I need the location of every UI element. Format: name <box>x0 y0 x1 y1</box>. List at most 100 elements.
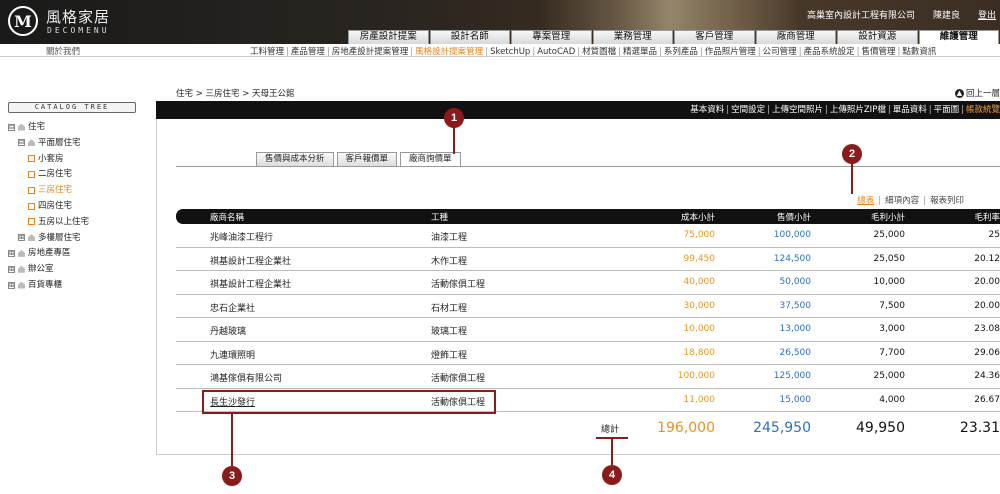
tree-node[interactable]: 三房住宅 <box>28 183 72 197</box>
tree-node[interactable]: ⊞ 房地產專區 <box>8 246 71 260</box>
main-nav-item[interactable]: 業務管理 <box>592 30 673 44</box>
table-body: 兆峰油漆工程行 油漆工程 75,000 100,000 25,000 25 祺基設計工程企業… <box>176 224 1000 412</box>
main-nav-item[interactable]: 客戶管理 <box>674 30 755 44</box>
toolbar-link[interactable]: 帳款統覽 <box>966 105 1000 115</box>
vendor-cell[interactable]: 祺基設計工程企業社 <box>210 277 291 290</box>
sub-nav-item[interactable]: 材質圖檔 <box>582 47 616 57</box>
expand-icon[interactable]: ⊞ <box>18 234 25 242</box>
sub-nav-item[interactable]: 產品管理 <box>291 47 325 57</box>
detail-view-link[interactable]: 細項內容 <box>885 196 919 206</box>
vendor-cell[interactable]: 丹越玻璃 <box>210 324 246 337</box>
vendor-cell[interactable]: 九連環照明 <box>210 348 255 361</box>
folder-icon <box>28 218 35 226</box>
tree-node[interactable]: ⊟ 平面層住宅 <box>18 136 81 150</box>
price-cell: 15,000 <box>779 394 812 405</box>
folder-icon <box>28 155 35 163</box>
col-profit[interactable]: 毛利小計 <box>871 211 905 223</box>
sub-nav-item[interactable]: SketchUp <box>490 47 530 57</box>
logout-link[interactable]: 登出 <box>978 8 996 21</box>
profit-cell: 25,000 <box>873 230 906 240</box>
tab-vendor-inquiry[interactable]: 廠商詢價單 <box>400 152 461 167</box>
profit-cell: 4,000 <box>879 394 905 405</box>
user-name: 陳建良 <box>932 11 960 21</box>
sub-nav-item[interactable]: 工料管理 <box>250 47 284 57</box>
col-vendor[interactable]: 廠商名稱 <box>210 211 244 223</box>
logo-mark-icon: M <box>8 6 38 36</box>
toolbar-link[interactable]: 上傳照片ZIP檔 <box>830 105 886 115</box>
tree-node[interactable]: 二房住宅 <box>28 167 72 181</box>
sub-nav-item[interactable]: AutoCAD <box>537 47 575 57</box>
table-row: 祺基設計工程企業社 活動傢俱工程 40,000 50,000 10,000 20.00 <box>176 271 1000 295</box>
tab-strip: 售價與成本分析 客戶報價單 廠商詢價單 <box>256 152 461 167</box>
sub-nav-item[interactable]: 作品照片管理 <box>705 47 756 57</box>
profit-cell: 25,050 <box>873 253 906 264</box>
expand-icon[interactable]: ⊞ <box>8 281 15 289</box>
toolbar-link[interactable]: 基本資料 <box>690 105 724 115</box>
rate-cell: 23.08 <box>974 324 1000 334</box>
sub-nav-item[interactable]: 售價管理 <box>861 47 895 57</box>
main-nav-item[interactable]: 設計名師 <box>429 30 510 44</box>
house-icon <box>18 249 25 257</box>
price-cell: 26,500 <box>779 347 812 358</box>
divider: | <box>757 47 761 57</box>
summary-view-link[interactable]: 總表 <box>857 196 874 206</box>
tree-node[interactable]: ⊞ 辦公室 <box>8 262 54 276</box>
tree-node-label: 小套房 <box>38 153 64 164</box>
col-cost[interactable]: 成本小計 <box>681 211 715 223</box>
expand-icon[interactable]: ⊞ <box>8 249 15 257</box>
tree-node[interactable]: 四房住宅 <box>28 199 72 213</box>
divider: | <box>767 105 770 115</box>
expand-icon[interactable]: ⊞ <box>8 265 15 273</box>
rate-cell: 20.12 <box>974 253 1000 264</box>
about-link[interactable]: 關於我們 <box>46 45 80 57</box>
table-row: 丹越玻璃 玻璃工程 10,000 13,000 3,000 23.08 <box>176 318 1000 342</box>
toolbar-link[interactable]: 空間設定 <box>731 105 765 115</box>
print-report-link[interactable]: 報表列印 <box>930 196 964 206</box>
tree-node[interactable]: 小套房 <box>28 152 64 166</box>
collapse-icon[interactable]: ⊟ <box>18 139 25 147</box>
tab-cost-analysis[interactable]: 售價與成本分析 <box>256 152 334 166</box>
rate-cell: 25 <box>988 230 1000 240</box>
divider: | <box>699 47 703 57</box>
price-cell: 124,500 <box>773 253 811 264</box>
profit-cell: 7,500 <box>879 300 905 311</box>
type-cell: 石材工程 <box>431 303 468 314</box>
col-rate[interactable]: 毛利率 <box>974 211 1000 223</box>
tree-node[interactable]: ⊞ 百貨專櫃 <box>8 278 62 292</box>
vendor-cell[interactable]: 祺基設計工程企業社 <box>210 254 291 267</box>
back-link[interactable]: ▲ 回上一層 <box>954 87 1000 99</box>
main-nav-item[interactable]: 廠商管理 <box>755 30 836 44</box>
main-nav-item[interactable]: 房產設計提案 <box>348 30 429 44</box>
tab-customer-quote[interactable]: 客戶報價單 <box>336 152 398 166</box>
main-nav-item[interactable]: 設計資源 <box>837 30 918 44</box>
brand-logo[interactable]: M 風格家居 DECOMENU <box>8 6 128 40</box>
main-nav-item-active[interactable]: 維護管理 <box>918 30 999 44</box>
toolbar-link[interactable]: 上傳空間照片 <box>772 105 823 115</box>
tree-node-label: 五房以上住宅 <box>38 216 90 227</box>
tree-node[interactable]: 五房以上住宅 <box>28 215 89 229</box>
sub-nav-item[interactable]: 點數資訊 <box>902 47 936 57</box>
main-nav-item[interactable]: 專案管理 <box>511 30 592 44</box>
vendor-cell[interactable]: 鴻基傢俱有限公司 <box>210 371 282 384</box>
sub-nav-item[interactable]: 房地產設計提案管理 <box>332 47 409 57</box>
divider: | <box>798 47 802 57</box>
vendor-cell[interactable]: 忠石企業社 <box>210 301 255 314</box>
sub-nav-item[interactable]: 系列產品 <box>664 47 698 57</box>
sub-nav-item[interactable]: 公司管理 <box>763 47 797 57</box>
cost-cell: 99,450 <box>683 253 716 264</box>
sub-nav-item[interactable]: 產品系統設定 <box>804 47 855 57</box>
sub-nav-item[interactable]: 精選單品 <box>623 47 657 57</box>
vendor-cell[interactable]: 兆峰油漆工程行 <box>210 230 273 243</box>
sub-nav-item[interactable]: 風格設計提案管理 <box>415 47 483 57</box>
tree-node-label: 四房住宅 <box>38 201 73 211</box>
price-cell: 13,000 <box>779 324 812 334</box>
divider: | <box>824 105 828 115</box>
col-type[interactable]: 工種 <box>431 211 448 223</box>
tree-node[interactable]: ⊟ 住宅 <box>8 120 45 134</box>
collapse-icon[interactable]: ⊟ <box>8 123 15 131</box>
cost-cell: 11,000 <box>683 394 716 405</box>
tree-node[interactable]: ⊞ 多樓層住宅 <box>18 231 81 245</box>
toolbar-link[interactable]: 單品資料 <box>893 105 927 115</box>
col-price[interactable]: 售價小計 <box>777 211 811 223</box>
toolbar-link[interactable]: 平面圖 <box>934 105 960 115</box>
